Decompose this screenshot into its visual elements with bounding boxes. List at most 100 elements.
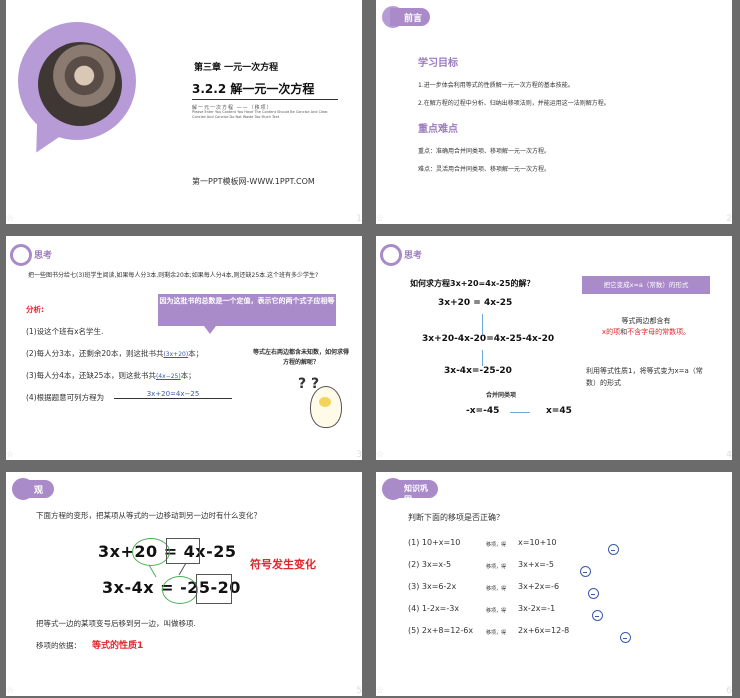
analysis-label: 分析: xyxy=(26,305,44,314)
item-connector: 移项，得 xyxy=(486,586,507,592)
slide-5-thumbnail[interactable]: 观察 下面方程的变形，把某项从等式的一边移动到另一边时有什么变化？ 3x+20 … xyxy=(6,472,362,696)
equation-4-right: x=45 xyxy=(546,406,572,416)
slide-6-thumbnail[interactable]: 知识巩固 判断下面的移项是否正确？ (1) 10+x=10 移项，得 x=10+… xyxy=(376,472,732,696)
item-result: x=10+10 xyxy=(518,538,557,547)
equation-2: 3x+20-4x-20=4x-25-4x-20 xyxy=(422,334,555,344)
step-3: (3)每人分4本，还缺25本，则这批书共(4x−25)本； xyxy=(26,370,196,381)
slide-number: 5 xyxy=(356,686,362,696)
tag-band: 前言 xyxy=(390,8,430,26)
item-equation: (4) 1-2x=-3x xyxy=(408,604,460,613)
site-credit: 第一PPT模板网-WWW.1PPT.COM xyxy=(192,177,315,186)
star-icon[interactable]: ☆ xyxy=(6,686,14,696)
item-connector: 移项，得 xyxy=(486,542,507,548)
item-equation: (5) 2x+8=12-6x xyxy=(408,626,474,635)
step-4: (4)根据题意可列方程为 xyxy=(26,393,105,402)
step-2-fill: (3x+20) xyxy=(163,351,189,358)
circle-mark-2 xyxy=(162,576,198,604)
slide-number: 1 xyxy=(356,214,362,224)
tag-band: 知识巩固 xyxy=(390,480,438,504)
tag-label: 观察 xyxy=(34,486,44,509)
item-result: 3x+x=-5 xyxy=(518,560,554,569)
star-icon[interactable]: ☆ xyxy=(6,450,14,460)
equation-4-left: -x=-45 xyxy=(466,406,500,416)
box-mark-2 xyxy=(196,574,232,604)
merge-label: 合并同类项 xyxy=(486,392,517,399)
question-text: 下面方程的变形，把某项从等式的一边移动到另一边时有什么变化？ xyxy=(36,511,261,520)
exercise-item-2: (2) 3x=x-5 移项，得 3x+x=-5 xyxy=(408,560,708,577)
title-underline xyxy=(192,99,338,100)
slide-4-footer: ☆ 4 xyxy=(376,450,732,462)
subtitle: 解一元一次方程 ——（移项） xyxy=(192,105,273,111)
connector-line-1 xyxy=(148,564,157,578)
note-1-b: x的项 xyxy=(601,327,621,336)
goal-item-1: 1.进一步体会利用等式的性质解一元一次方程的基本技能。 xyxy=(418,82,574,89)
step-4-fill: 3x+20=4x−25 xyxy=(114,390,232,399)
definition-text: 把等式一边的某项变号后移到另一边，叫做移项. xyxy=(36,619,196,628)
item-equation: (3) 3x=6-2x xyxy=(408,582,457,591)
key-item-1: 重点：准确用合并同类项、移项解一元一次方程。 xyxy=(418,148,551,155)
frown-icon xyxy=(608,544,619,555)
question-text: 等式左右两边都含未知数，如何求得方程的解呢？ xyxy=(252,349,349,366)
slide-number: 6 xyxy=(726,686,732,696)
slide-number: 4 xyxy=(726,450,732,460)
arrow-down-2 xyxy=(482,350,483,366)
circle-mark-1 xyxy=(132,538,170,566)
arrow-down-1 xyxy=(482,314,483,334)
star-icon[interactable]: ☆ xyxy=(376,686,384,696)
item-connector: 移项，得 xyxy=(486,608,507,614)
item-equation: (1) 10+x=10 xyxy=(408,538,461,547)
frown-icon xyxy=(580,566,591,577)
tag-bubble-icon xyxy=(380,244,402,266)
note-1: 等式两边都含有 x的项和不含字母的常数项。 xyxy=(576,316,716,337)
photo-reading-girl xyxy=(38,42,122,126)
item-equation: (2) 3x=x-5 xyxy=(408,560,452,569)
slide-3-footer: ☆ 3 xyxy=(6,450,362,462)
key-item-2: 难点：灵活用合并同类项、移项解一元一次方程。 xyxy=(418,166,551,173)
basis-value: 等式的性质1 xyxy=(92,641,144,651)
lesson-title: 3.2.2 解一元一次方程 xyxy=(192,82,315,96)
star-icon[interactable]: ☆ xyxy=(376,214,384,224)
item-connector: 移项，得 xyxy=(486,564,507,570)
note-2: 利用等式性质1，将等式变为x=a（常数）的形式 xyxy=(586,367,703,387)
frown-icon xyxy=(588,588,599,599)
tag-label: 知识巩固 xyxy=(404,484,428,504)
slide-4-thumbnail[interactable]: 思考 如何求方程3x+20=4x-25的解？ 3x+20 = 4x-25 3x+… xyxy=(376,236,732,460)
frown-icon xyxy=(592,610,603,621)
callout-box: 因为这批书的总数是一个定值，表示它的两个式子应相等 xyxy=(158,294,336,326)
slide-1-footer: ☆ 1 xyxy=(6,214,362,226)
step-2: (2)每人分3本，还剩余20本，则这批书共(3x+20)本； xyxy=(26,348,203,359)
slide-5-footer: ☆ 5 xyxy=(6,686,362,698)
item-result: 3x+2x=-6 xyxy=(518,582,560,591)
basis-label: 移项的依据： xyxy=(36,641,81,650)
slide-1-thumbnail[interactable]: 第三章 一元一次方程 3.2.2 解一元一次方程 Please Enter Yo… xyxy=(6,0,362,224)
exercise-item-4: (4) 1-2x=-3x 移项，得 3x-2x=-1 xyxy=(408,604,708,621)
arrow-right xyxy=(510,412,530,413)
note-1-a: 等式两边都含有 xyxy=(621,317,671,325)
equation-3: 3x-4x=-25-20 xyxy=(444,366,512,376)
tag-band: 观察 xyxy=(20,480,54,509)
tag-label: 前言 xyxy=(404,14,423,24)
box-mark-1 xyxy=(166,538,200,564)
star-icon[interactable]: ☆ xyxy=(376,450,384,460)
equation-1: 3x+20 = 4x-25 xyxy=(438,298,513,308)
tag-label: 思考 xyxy=(34,251,53,261)
slide-2-thumbnail[interactable]: 前言 学习目标 1.进一步体会利用等式的性质解一元一次方程的基本技能。 2.在解… xyxy=(376,0,732,224)
slide-6-footer: ☆ 6 xyxy=(376,686,732,698)
step-3-fill: (4x−25) xyxy=(155,373,181,380)
step-2-text: (2)每人分3本，还剩余20本，则这批书共 xyxy=(26,349,164,358)
callout-text: 因为这批书的总数是一个定值，表示它的两个式子应相等 xyxy=(159,297,335,305)
note-1-d: 不含字母的常数项 xyxy=(627,327,684,336)
slide-number: 2 xyxy=(726,214,732,224)
goals-heading: 学习目标 xyxy=(418,58,458,69)
tag-bubble-icon xyxy=(10,244,32,266)
question-text: 如何求方程3x+20=4x-25的解？ xyxy=(410,279,535,288)
slide-3-thumbnail[interactable]: 思考 把一些图书分给七(3)班学生阅读,如果每人分3本,则剩余20本;如果每人分… xyxy=(6,236,362,460)
chapter-title: 第三章 一元一次方程 xyxy=(194,63,279,73)
goal-item-2: 2.在解方程的过程中分析、归纳出移项法则，并能运用这一法则解方程。 xyxy=(418,100,610,107)
star-icon[interactable]: ☆ xyxy=(6,214,14,224)
slide-number: 3 xyxy=(356,450,362,460)
goal-box-text: 把它变成x=a（常数）的形式 xyxy=(603,281,689,289)
mascot-egg-icon xyxy=(310,386,342,428)
question-text: 判断下面的移项是否正确？ xyxy=(408,513,504,522)
exercise-item-5: (5) 2x+8=12-6x 移项，得 2x+6x=12-8 xyxy=(408,626,708,643)
